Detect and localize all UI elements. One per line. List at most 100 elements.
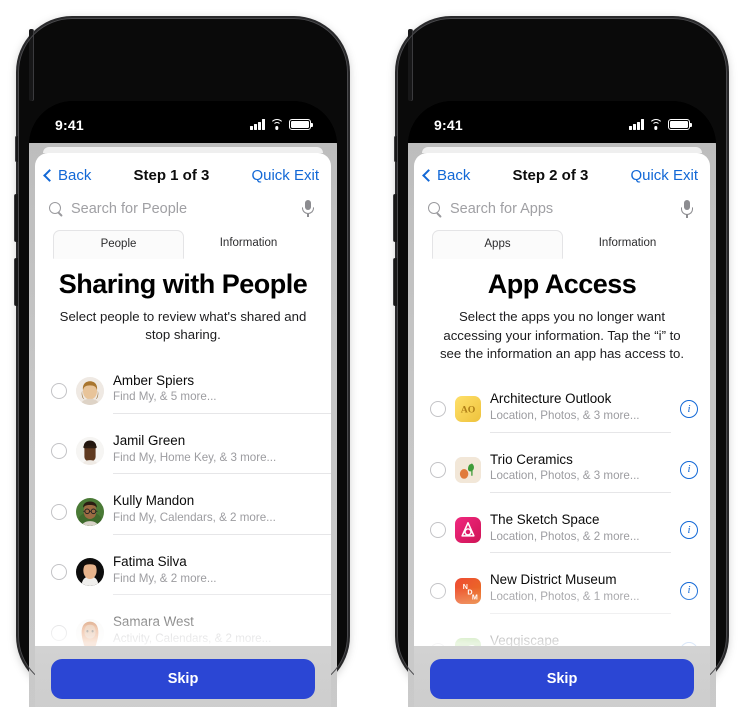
select-radio[interactable] <box>51 382 67 399</box>
list-item[interactable]: Kully Mandon Find My, Calendars, & 2 mor… <box>51 481 331 541</box>
select-radio[interactable] <box>430 461 446 478</box>
select-radio[interactable] <box>430 401 446 418</box>
volume-up-button[interactable] <box>15 193 19 242</box>
quick-exit-button[interactable]: Quick Exit <box>630 167 698 184</box>
person-shared-summary: Activity, Calendars, & 2 more... <box>113 632 272 646</box>
select-all-stop-sharing-button[interactable]: Select All & Stop Sharing <box>430 699 694 707</box>
info-icon[interactable]: i <box>680 581 698 600</box>
list-item-text: Veggiscape Location and Photos <box>490 628 671 646</box>
tab-information[interactable]: Information <box>184 230 313 259</box>
search-input[interactable]: Search for People <box>71 201 293 217</box>
avatar <box>76 376 104 405</box>
back-button[interactable]: Back <box>43 167 91 184</box>
sheet: Back Step 1 of 3 Quick Exit Search for P… <box>35 152 331 707</box>
status-bar: 9:41 <box>408 100 716 143</box>
wifi-icon <box>270 119 284 130</box>
select-radio[interactable] <box>51 503 67 520</box>
list-item[interactable]: Fatima Silva Find My, & 2 more... <box>51 542 331 602</box>
tab-information[interactable]: Information <box>563 230 692 259</box>
list-item-text: Samara West Activity, Calendars, & 2 mor… <box>113 609 331 646</box>
app-name: New District Museum <box>490 572 617 588</box>
segmented-control[interactable]: People Information <box>35 229 331 259</box>
info-icon[interactable]: i <box>680 460 698 479</box>
info-icon[interactable]: i <box>680 521 698 540</box>
person-name: Samara West <box>113 614 194 630</box>
list-item[interactable]: Amber Spiers Find My, & 5 more... <box>51 361 331 421</box>
list-item-text: The Sketch Space Location, Photos, & 2 m… <box>490 507 671 554</box>
notch <box>487 100 637 127</box>
list-item[interactable]: NDM New District Museum Location, Photos… <box>430 560 710 620</box>
silent-switch[interactable] <box>395 135 398 162</box>
search-icon <box>49 201 63 216</box>
hero-title: App Access <box>487 269 637 300</box>
screenshot-stage: 9:41 Back Step 1 of 3 Quick Exit Search … <box>0 0 745 707</box>
the-sketch-space-app-icon <box>455 517 481 544</box>
volume-down-button[interactable] <box>15 257 19 306</box>
select-all-stop-sharing-button[interactable]: Select All & Stop Sharing <box>51 699 315 707</box>
select-radio[interactable] <box>51 443 67 460</box>
architecture-outlook-app-icon: AO <box>455 396 481 423</box>
back-button[interactable]: Back <box>422 167 470 184</box>
volume-up-button[interactable] <box>394 193 398 242</box>
tab-people[interactable]: People <box>53 229 184 259</box>
search-input[interactable]: Search for Apps <box>450 201 672 217</box>
skip-button[interactable]: Skip <box>430 659 694 700</box>
avatar <box>76 558 104 587</box>
hero-title: Sharing with People <box>58 268 308 299</box>
power-button[interactable] <box>408 28 412 101</box>
search-bar[interactable]: Search for People <box>35 194 331 230</box>
select-radio[interactable] <box>430 522 446 539</box>
power-button[interactable] <box>29 28 33 101</box>
nav-bar: Back Step 2 of 3 Quick Exit <box>414 153 710 194</box>
status-time: 9:41 <box>55 116 84 133</box>
list-item[interactable]: The Sketch Space Location, Photos, & 2 m… <box>430 500 710 560</box>
hero-section: App Access Select the apps you no longer… <box>414 259 710 363</box>
sheet: Back Step 2 of 3 Quick Exit Search for A… <box>414 153 710 707</box>
phone-screen: 9:41 Back Step 1 of 3 Quick Exit Search … <box>29 100 337 707</box>
avatar <box>76 437 104 466</box>
footer-actions: Skip Select All & Stop Sharing <box>414 646 710 707</box>
select-radio[interactable] <box>430 582 446 599</box>
tab-apps[interactable]: Apps <box>432 230 563 260</box>
hero-description: Select people to review what's shared an… <box>59 309 307 343</box>
list-item[interactable]: AO Architecture Outlook Location, Photos… <box>430 379 710 439</box>
tab-label: Apps <box>484 238 511 251</box>
person-shared-summary: Find My, Calendars, & 2 more... <box>113 511 276 525</box>
select-radio[interactable] <box>51 564 67 581</box>
list-item[interactable]: Veggiscape Location and Photos i <box>430 621 710 647</box>
silent-switch[interactable] <box>16 135 19 162</box>
info-icon[interactable]: i <box>680 400 698 419</box>
search-bar[interactable]: Search for Apps <box>414 194 710 230</box>
list-item-text: Architecture Outlook Location, Photos, &… <box>490 386 671 433</box>
chevron-left-icon <box>422 169 435 182</box>
quick-exit-button[interactable]: Quick Exit <box>251 167 319 184</box>
avatar <box>76 497 104 526</box>
person-shared-summary: Find My, & 5 more... <box>113 390 217 404</box>
segmented-control[interactable]: Apps Information <box>414 230 710 260</box>
avatar <box>76 618 104 647</box>
app-list[interactable]: AO Architecture Outlook Location, Photos… <box>414 379 710 647</box>
notch <box>108 100 258 127</box>
app-access-summary: Location, Photos, & 1 more... <box>490 590 640 604</box>
trio-ceramics-app-icon <box>455 456 481 483</box>
svg-text:M: M <box>472 593 478 601</box>
tab-label: People <box>100 237 137 250</box>
list-item[interactable]: Samara West Activity, Calendars, & 2 mor… <box>51 602 331 647</box>
list-item-text: Amber Spiers Find My, & 5 more... <box>113 368 331 414</box>
hero-description: Select the apps you no longer want acces… <box>439 309 685 361</box>
microphone-icon[interactable] <box>301 199 315 218</box>
svg-text:AO: AO <box>461 405 476 416</box>
app-access-summary: Location, Photos, & 3 more... <box>490 469 640 483</box>
skip-button[interactable]: Skip <box>51 659 315 700</box>
list-item[interactable]: Jamil Green Find My, Home Key, & 3 more.… <box>51 421 331 481</box>
app-name: Architecture Outlook <box>490 391 612 407</box>
person-shared-summary: Find My, Home Key, & 3 more... <box>113 450 277 464</box>
microphone-icon[interactable] <box>680 200 694 218</box>
volume-down-button[interactable] <box>394 257 398 306</box>
people-list[interactable]: Amber Spiers Find My, & 5 more... Jamil … <box>35 361 331 647</box>
person-shared-summary: Find My, & 2 more... <box>113 571 217 585</box>
list-item-text: Kully Mandon Find My, Calendars, & 2 mor… <box>113 488 331 535</box>
select-radio[interactable] <box>51 624 67 641</box>
list-item-text: Trio Ceramics Location, Photos, & 3 more… <box>490 447 671 493</box>
list-item[interactable]: Trio Ceramics Location, Photos, & 3 more… <box>430 440 710 500</box>
